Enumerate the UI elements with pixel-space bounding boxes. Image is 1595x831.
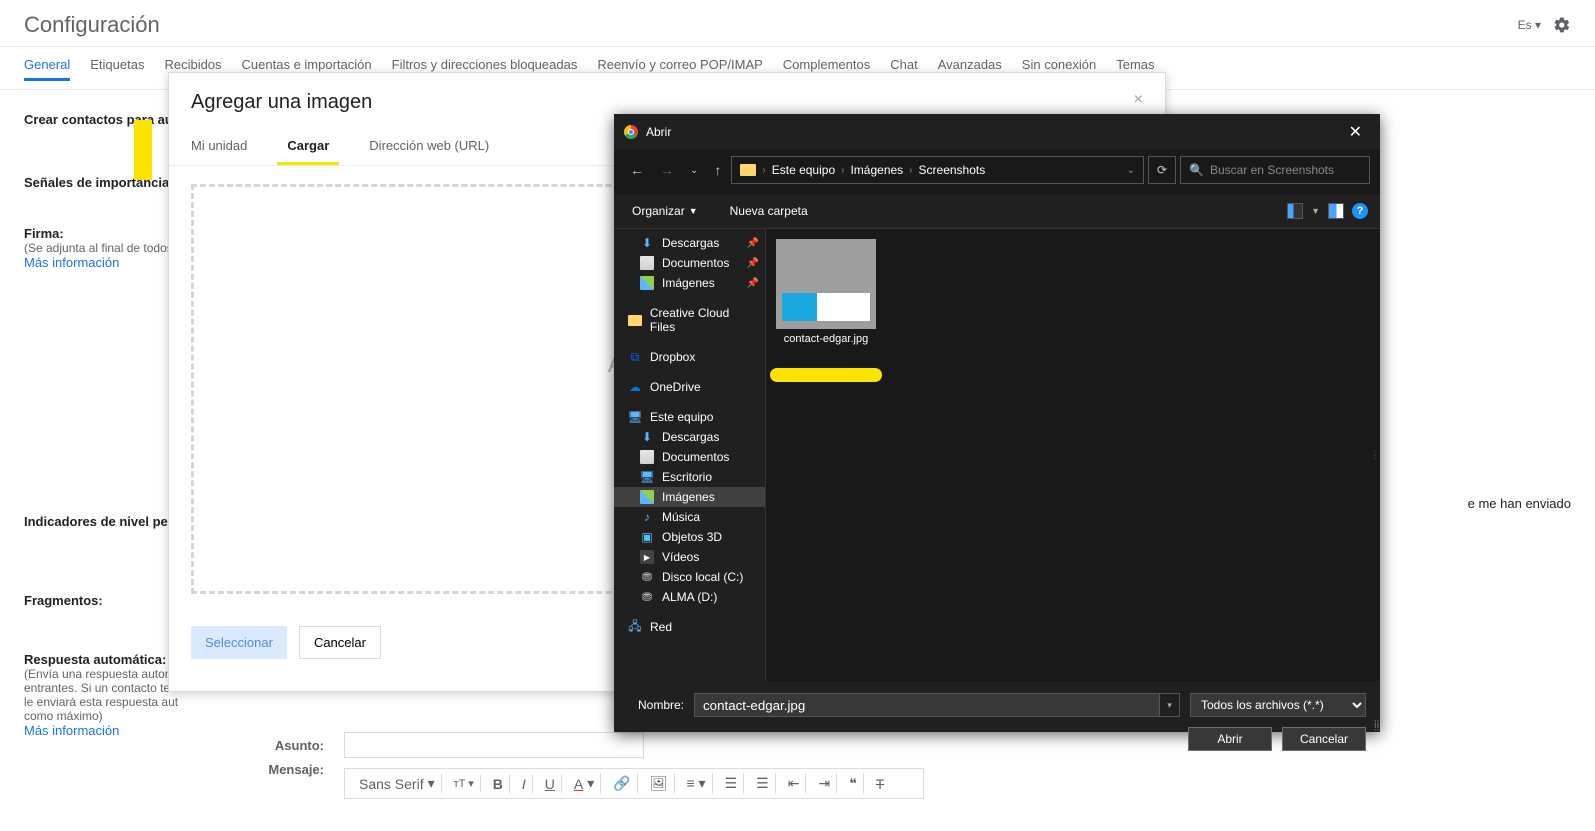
file-item[interactable]: contact-edgar.jpg	[776, 239, 876, 382]
add-image-modal-title: Agregar una imagen	[191, 91, 372, 114]
font-selector[interactable]: Sans Serif ▾	[353, 773, 442, 794]
sidebar-item-este-equipo[interactable]: 🖥Este equipo	[614, 407, 765, 427]
open-button[interactable]: Abrir	[1188, 727, 1272, 751]
cancel-button[interactable]: Cancelar	[1282, 727, 1366, 751]
gear-icon[interactable]	[1553, 16, 1571, 34]
row-snippets-label: Fragmentos:	[24, 593, 103, 608]
nav-forward-icon[interactable]: →	[654, 158, 680, 182]
sidebar-item-im-genes[interactable]: Imágenes	[614, 487, 765, 507]
modal-cancel-button[interactable]: Cancelar	[299, 626, 381, 659]
view-mode-icon[interactable]	[1287, 203, 1303, 219]
file-list[interactable]: contact-edgar.jpg ⋮	[766, 229, 1380, 681]
pin-icon: 📌	[747, 278, 759, 289]
dialog-close-icon[interactable]: ✕	[1341, 120, 1370, 144]
indicators-right-text: e me han enviado	[1468, 496, 1571, 511]
language-selector[interactable]: Es ▾	[1518, 18, 1541, 32]
search-icon: 🔍	[1189, 163, 1204, 177]
remove-format-icon[interactable]: T	[870, 774, 891, 794]
breadcrumb[interactable]: › Este equipo› Imágenes› Screenshots ⌄	[731, 156, 1144, 184]
sidebar-item-v-deos[interactable]: ▶Vídeos	[614, 547, 765, 567]
close-icon[interactable]: ×	[1134, 91, 1143, 114]
modal-select-button[interactable]: Seleccionar	[191, 626, 287, 659]
file-thumbnail-icon	[776, 239, 876, 329]
quote-icon[interactable]: ❝	[843, 773, 864, 794]
file-open-dialog: Abrir ✕ ← → ⌄ ↑ › Este equipo› Imágenes›…	[614, 114, 1380, 732]
indent-less-icon[interactable]: ⇤	[782, 773, 807, 794]
sidebar-item-alma-d-[interactable]: ⛃ALMA (D:)	[614, 587, 765, 607]
mensaje-label: Mensaje:	[24, 762, 324, 777]
filename-label: Nombre:	[628, 698, 684, 712]
organize-button[interactable]: Organizar ▼	[626, 200, 704, 222]
search-input[interactable]: 🔍 Buscar en Screenshots	[1180, 156, 1370, 184]
asunto-input[interactable]	[344, 732, 644, 758]
view-dropdown-icon[interactable]: ▼	[1311, 206, 1320, 216]
tab-mydrive[interactable]: Mi unidad	[191, 126, 247, 165]
filename-dropdown-icon[interactable]: ▾	[1160, 693, 1180, 717]
align-icon[interactable]: ≡ ▾	[681, 773, 713, 794]
chrome-icon	[624, 125, 638, 139]
resize-grip-icon[interactable]: ⠿⠿	[1373, 722, 1378, 730]
sidebar-item-onedrive[interactable]: ☁OneDrive	[614, 377, 765, 397]
preview-pane-icon[interactable]	[1328, 203, 1344, 219]
page-title: Configuración	[24, 12, 160, 38]
annotation-highlight-upload-tab	[134, 120, 152, 180]
dialog-sidebar: ⬇Descargas📌Documentos📌Imágenes📌Creative …	[614, 229, 766, 681]
pin-icon: 📌	[747, 238, 759, 249]
tab-upload[interactable]: Cargar	[287, 126, 329, 165]
tab-general[interactable]: General	[24, 57, 70, 81]
sidebar-item-objetos-d[interactable]: ▣Objetos 3D	[614, 527, 765, 547]
sidebar-item-escritorio[interactable]: 🖥Escritorio	[614, 467, 765, 487]
filename-input[interactable]	[694, 693, 1160, 717]
nav-recent-icon[interactable]: ⌄	[684, 161, 704, 180]
tab-etiquetas[interactable]: Etiquetas	[90, 57, 144, 81]
bold-icon[interactable]: B	[487, 774, 510, 794]
help-icon[interactable]: ?	[1352, 203, 1368, 219]
sidebar-item-documentos[interactable]: Documentos	[614, 447, 765, 467]
nav-back-icon[interactable]: ←	[624, 158, 650, 182]
italic-icon[interactable]: I	[516, 774, 533, 794]
breadcrumb-item[interactable]: Screenshots	[919, 163, 986, 177]
breadcrumb-item[interactable]: Este equipo	[772, 163, 835, 177]
folder-icon	[740, 164, 756, 176]
font-size-icon[interactable]: ᴛT ▾	[448, 775, 481, 792]
asunto-label: Asunto:	[24, 738, 324, 753]
sidebar-item-im-genes[interactable]: Imágenes📌	[614, 273, 765, 293]
filetype-selector[interactable]: Todos los archivos (*.*)	[1190, 693, 1366, 717]
sidebar-item-descargas[interactable]: ⬇Descargas	[614, 427, 765, 447]
numbered-list-icon[interactable]: ☰	[719, 773, 745, 794]
annotation-highlight-file	[770, 368, 882, 382]
refresh-icon[interactable]: ⟳	[1148, 156, 1176, 184]
sidebar-item-descargas[interactable]: ⬇Descargas📌	[614, 233, 765, 253]
sidebar-item-documentos[interactable]: Documentos📌	[614, 253, 765, 273]
message-toolbar: Sans Serif ▾ ᴛT ▾ B I U A ▾ 🔗 🖼 ≡ ▾ ☰ ☰ …	[344, 768, 924, 799]
sidebar-item-creative-cloud-files[interactable]: Creative Cloud Files	[614, 303, 765, 337]
indent-more-icon[interactable]: ⇥	[812, 773, 837, 794]
nav-up-icon[interactable]: ↑	[708, 158, 727, 182]
image-icon[interactable]: 🖼	[644, 773, 675, 794]
new-folder-button[interactable]: Nueva carpeta	[724, 200, 814, 222]
sidebar-item-m-sica[interactable]: ♪Música	[614, 507, 765, 527]
tab-web-url[interactable]: Dirección web (URL)	[369, 126, 489, 165]
row-indicators-label: Indicadores de nivel per	[24, 514, 173, 529]
chevron-down-icon[interactable]: ⌄	[1127, 165, 1135, 176]
sidebar-item-disco-local-c-[interactable]: ⛃Disco local (C:)	[614, 567, 765, 587]
pin-icon: 📌	[747, 258, 759, 269]
link-icon[interactable]: 🔗	[607, 773, 637, 794]
sidebar-item-red[interactable]: 🖧Red	[614, 617, 765, 637]
breadcrumb-item[interactable]: Imágenes	[850, 163, 903, 177]
underline-icon[interactable]: U	[539, 774, 562, 794]
sidebar-resize-handle[interactable]: ⋮	[1370, 229, 1380, 681]
bulleted-list-icon[interactable]: ☰	[750, 773, 776, 794]
sidebar-item-dropbox[interactable]: ⧉Dropbox	[614, 347, 765, 367]
dialog-title: Abrir	[646, 125, 671, 139]
font-color-icon[interactable]: A ▾	[568, 773, 601, 794]
file-name-label: contact-edgar.jpg	[776, 333, 876, 346]
